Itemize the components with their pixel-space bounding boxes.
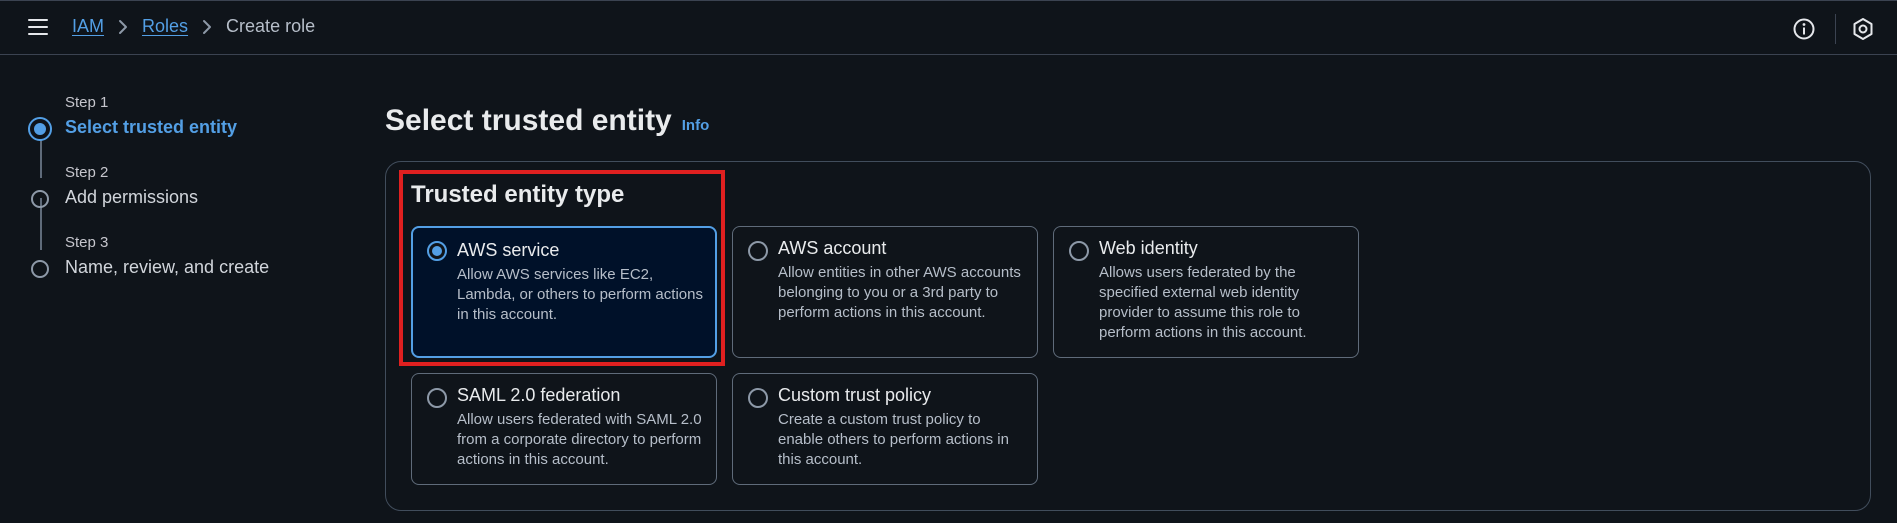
step-number: Step 1 [65,94,109,111]
radio-unselected-icon[interactable] [748,241,768,261]
option-description: Allows users federated by the specified … [1099,264,1307,341]
option-title: AWS account [778,238,887,258]
highlight-annotation [399,170,725,366]
breadcrumb-roles-link[interactable]: Roles [142,16,188,37]
step-title: Add permissions [65,187,199,207]
step-inactive-indicator-icon [31,190,49,208]
breadcrumb-iam-link[interactable]: IAM [72,16,104,37]
step-number: Step 2 [65,164,109,181]
info-link[interactable]: Info [682,117,710,134]
wizard-steps: Step 1 Select trusted entity Step 2 Add … [28,92,348,292]
breadcrumb: IAM Roles Create role [72,16,315,37]
option-saml-federation[interactable]: SAML 2.0 federation Allow users federate… [411,373,717,485]
step-title: Name, review, and create [65,257,270,277]
info-circle-icon[interactable] [1793,18,1815,40]
option-web-identity[interactable]: Web identity Allows users federated by t… [1053,226,1359,358]
page-title-text: Select trusted entity [385,104,672,137]
chevron-right-icon [118,19,128,35]
option-title: SAML 2.0 federation [457,385,621,405]
option-title: Web identity [1099,238,1198,258]
top-navigation-bar: IAM Roles Create role [0,0,1897,55]
option-custom-trust-policy[interactable]: Custom trust policy Create a custom trus… [732,373,1038,485]
breadcrumb-current: Create role [226,16,316,36]
page-title: Select trusted entity Info [385,104,709,138]
option-description: Allow users federated with SAML 2.0 from… [457,411,702,468]
step-active-indicator-icon [28,117,52,141]
chevron-right-icon [202,19,212,35]
step-number: Step 3 [65,234,109,251]
radio-unselected-icon[interactable] [427,388,447,408]
settings-hexagon-icon[interactable] [1851,17,1875,41]
hamburger-menu-icon[interactable] [28,19,48,35]
option-title: Custom trust policy [778,385,932,405]
option-description: Create a custom trust policy to enable o… [778,411,1009,468]
toolbar-divider [1835,14,1836,44]
radio-unselected-icon[interactable] [748,388,768,408]
radio-unselected-icon[interactable] [1069,241,1089,261]
option-aws-account[interactable]: AWS account Allow entities in other AWS … [732,226,1038,358]
option-description: Allow entities in other AWS accounts bel… [778,264,1021,321]
step-title: Select trusted entity [65,117,238,137]
step-inactive-indicator-icon [31,260,49,278]
